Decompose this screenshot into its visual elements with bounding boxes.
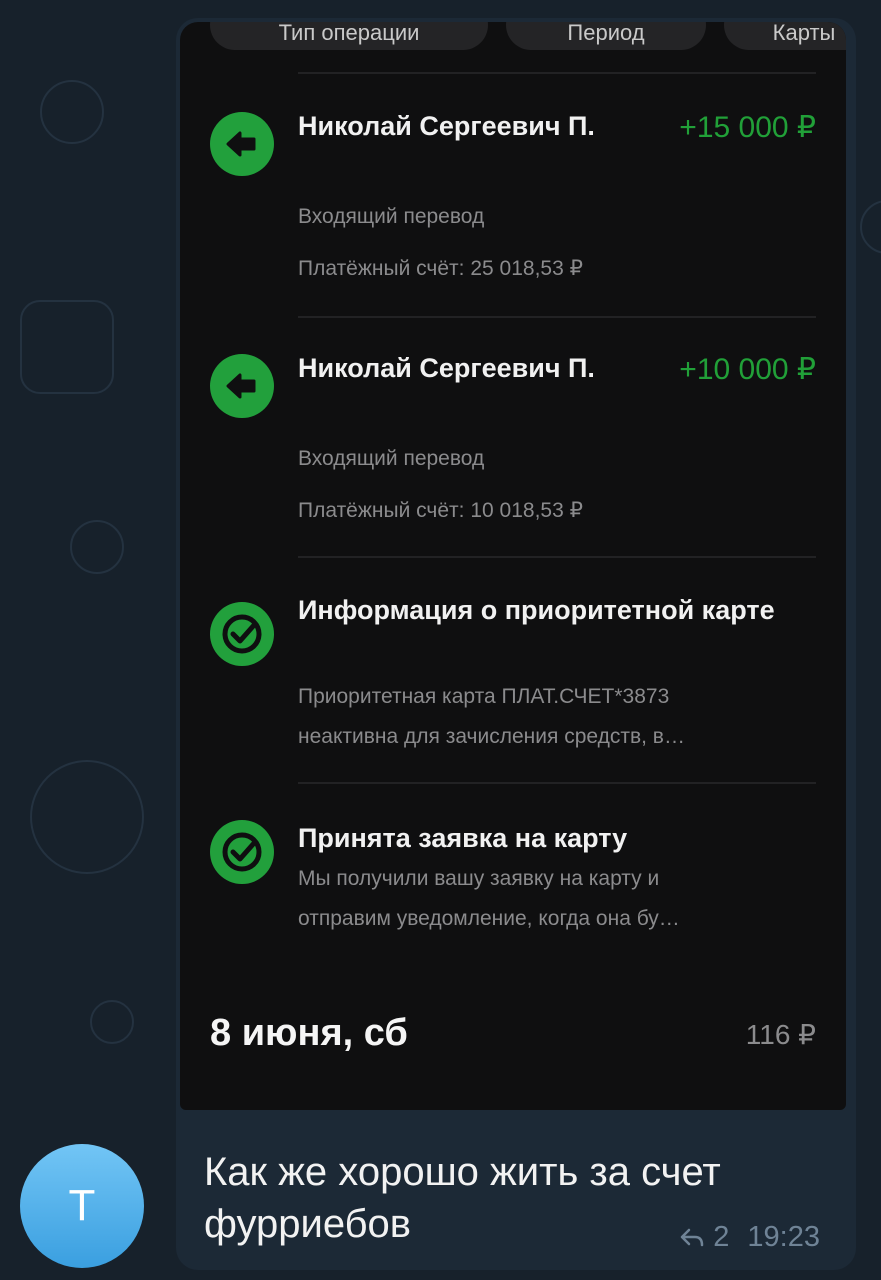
message-meta: 2 19:23 [679, 1221, 820, 1254]
operation-title: Принята заявка на карту [298, 823, 628, 853]
operation-subtitle: Входящий перевод [298, 447, 485, 470]
operation-description-line: Приоритетная карта ПЛАТ.СЧЕТ*3873 [298, 685, 670, 708]
arrow-left-icon [210, 112, 274, 176]
wallpaper-doodle [30, 760, 144, 874]
date-group-header: 8 июня, сб 116 ₽ [210, 1012, 816, 1062]
operation-account: Платёжный счёт: 25 018,53 ₽ [298, 257, 583, 280]
message-time: 19:23 [747, 1221, 820, 1253]
divider [298, 72, 816, 74]
sber-check-icon [210, 602, 274, 666]
operation-description-line: Мы получили вашу заявку на карту и [298, 867, 660, 890]
operation-title: Николай Сергеевич П. [298, 353, 595, 383]
bank-screenshot-image[interactable]: Тип операции Период Карты Николай Сергее… [180, 22, 846, 1110]
wallpaper-doodle [90, 1000, 134, 1044]
reply-icon[interactable] [679, 1227, 705, 1249]
avatar-letter: Т [68, 1181, 96, 1230]
wallpaper-doodle [860, 200, 881, 254]
reply-count[interactable]: 2 [713, 1221, 729, 1254]
filter-chip-cards: Карты [724, 22, 846, 50]
filter-chip-operation-type: Тип операции [210, 22, 488, 50]
sber-check-icon [210, 820, 274, 884]
date-label: 8 июня, сб [210, 1012, 408, 1054]
operation-title: Информация о приоритетной карте [298, 595, 775, 625]
divider [298, 782, 816, 784]
filter-chip-period: Период [506, 22, 706, 50]
avatar[interactable]: Т [20, 1144, 144, 1268]
operation-description-line: неактивна для зачисления средств, в… [298, 725, 685, 748]
wallpaper-doodle [70, 520, 124, 574]
message-bubble[interactable]: Тип операции Период Карты Николай Сергее… [176, 18, 856, 1270]
operation-amount: +15 000 ₽ [679, 111, 816, 144]
wallpaper-doodle [40, 80, 104, 144]
wallpaper-doodle [20, 300, 114, 394]
operation-subtitle: Входящий перевод [298, 205, 485, 228]
arrow-left-icon [210, 354, 274, 418]
day-total: 116 ₽ [745, 1019, 816, 1050]
operation-description-line: отправим уведомление, когда она бу… [298, 907, 680, 930]
operation-amount: +10 000 ₽ [679, 353, 816, 386]
operation-title: Николай Сергеевич П. [298, 111, 595, 141]
operation-account: Платёжный счёт: 10 018,53 ₽ [298, 499, 583, 522]
divider [298, 316, 816, 318]
divider [298, 556, 816, 558]
